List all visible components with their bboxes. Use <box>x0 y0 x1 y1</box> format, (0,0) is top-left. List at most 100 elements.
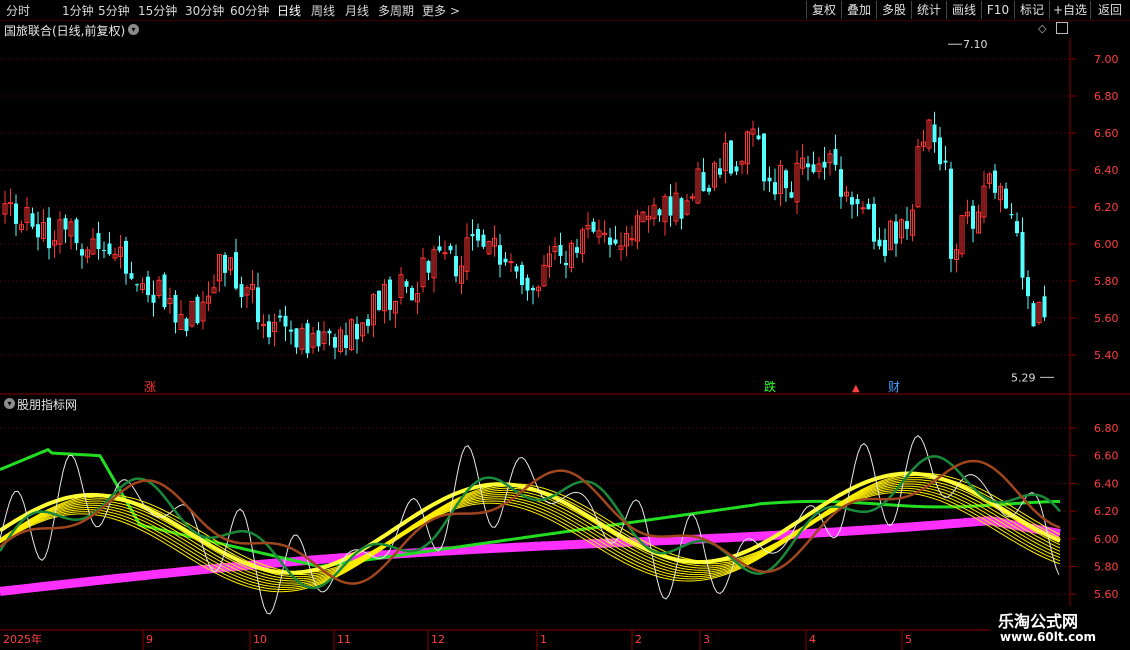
candle-body-down <box>971 205 975 229</box>
candle-body-down <box>993 170 997 193</box>
candle-body-down <box>756 135 761 140</box>
indicator-tick-label: 6.20 <box>1094 505 1119 518</box>
month-label: 4 <box>809 633 816 646</box>
candle-body-down <box>784 170 788 189</box>
candle-body-down <box>14 203 18 224</box>
candle-body-down <box>366 319 370 326</box>
price-tick-label: 7.00 <box>1094 53 1119 66</box>
candle-body-down <box>894 221 898 244</box>
candle-body-down <box>63 218 68 230</box>
candle-body-down <box>822 161 827 168</box>
candle-body-up <box>860 207 866 210</box>
candle-body-down <box>564 263 568 266</box>
candle-body-down <box>949 168 953 259</box>
candle-body-down <box>404 281 409 287</box>
month-label: 5 <box>905 633 912 646</box>
candle-body-down <box>729 140 733 174</box>
candle-body-down <box>151 294 156 303</box>
indicator-tick-label: 5.80 <box>1094 561 1119 574</box>
candle-body-down <box>1026 277 1030 297</box>
candle-body-down <box>872 203 876 242</box>
candle-body-down <box>514 266 519 272</box>
candle-body-down <box>278 315 282 318</box>
signal-marker: 跌 <box>764 379 776 394</box>
price-tick-label: 6.20 <box>1094 201 1119 214</box>
stock-chart-canvas[interactable]: 7.00 6.80 6.60 6.40 6.20 6.00 5.80 5.60 5.40 6.80… <box>0 0 1130 650</box>
candle-body-down <box>283 315 288 327</box>
candle-body-down <box>80 249 84 256</box>
candle-body-down <box>850 197 854 205</box>
candle-body-down <box>1004 188 1008 209</box>
low-price-label: 5.29 <box>1011 371 1036 384</box>
candle-body-down <box>316 330 321 347</box>
candle-body-down <box>96 233 101 250</box>
candle-body-down <box>668 196 673 216</box>
candle-body-down <box>1009 214 1014 216</box>
candle-body-down <box>877 239 882 247</box>
price-tick-label: 5.80 <box>1094 275 1119 288</box>
candle-body-down <box>102 250 106 252</box>
candle-body-down <box>789 192 794 198</box>
candle-body-down <box>679 198 684 219</box>
date-year-label: 2025年 <box>3 632 42 646</box>
candle-body-down <box>426 261 431 273</box>
candle-body-down <box>333 337 337 348</box>
candle-body-down <box>767 177 772 182</box>
indicator-tick-label: 6.00 <box>1094 533 1119 546</box>
indicator-tick-label: 6.60 <box>1094 450 1119 463</box>
candle-body-down <box>1015 221 1019 234</box>
month-label: 3 <box>703 633 710 646</box>
candle-body-down <box>448 245 453 251</box>
candle-body-down <box>135 284 139 286</box>
candle-body-down <box>327 330 332 334</box>
candle-body-down <box>707 187 711 192</box>
candle-body-down <box>410 287 414 301</box>
price-tick-label: 6.00 <box>1094 238 1119 251</box>
candle-body-down <box>503 258 508 263</box>
candle-body-down <box>608 237 612 245</box>
signal-marker: 涨 <box>144 379 156 394</box>
candle-body-down <box>943 160 948 163</box>
candle-body-down <box>162 274 167 308</box>
candle-body-down <box>223 254 227 273</box>
candle-body-down <box>1042 296 1047 318</box>
candle-body-down <box>36 224 40 238</box>
price-tick-label: 5.40 <box>1094 349 1119 362</box>
watermark: 乐淘公式网 www.60lt.com <box>990 606 1130 650</box>
month-label: 12 <box>431 633 445 646</box>
candle-body-down <box>525 277 530 291</box>
candle-body-down <box>839 169 843 197</box>
candle-body-down <box>124 240 128 274</box>
candle-body-up <box>442 252 448 255</box>
indicator-tick-label: 6.80 <box>1094 422 1119 435</box>
indicator-tick-label: 5.60 <box>1094 588 1119 601</box>
candle-body-down <box>773 182 777 195</box>
candle-body-down <box>476 228 480 241</box>
indicator-line-magenta <box>0 516 1061 596</box>
price-tick-label: 5.60 <box>1094 312 1119 325</box>
candle-body-down <box>498 245 502 265</box>
candle-body-down <box>107 243 112 255</box>
candle-body-down <box>30 213 35 227</box>
candle-body-down <box>613 239 618 244</box>
watermark-title: 乐淘公式网 <box>998 612 1079 631</box>
candle-body-down <box>173 294 178 323</box>
candle-body-down <box>129 273 134 279</box>
month-label: 1 <box>540 633 547 646</box>
candle-body-down <box>294 328 299 348</box>
candle-body-down <box>355 323 359 340</box>
candle-body-down <box>734 166 739 172</box>
up-arrow-marker: ▲ <box>852 383 860 394</box>
candle-body-down <box>481 234 486 247</box>
candle-body-down <box>657 209 662 216</box>
candle-body-down <box>591 221 596 232</box>
month-label: 9 <box>146 633 153 646</box>
candle-body-down <box>388 279 392 310</box>
candle-body-down <box>558 244 563 256</box>
candle-body-down <box>833 149 838 165</box>
candle-body-down <box>305 323 310 354</box>
candle-body-down <box>866 203 871 210</box>
candle-body-down <box>239 284 244 298</box>
candle-body-down <box>377 290 381 310</box>
candle-body-down <box>811 164 816 173</box>
